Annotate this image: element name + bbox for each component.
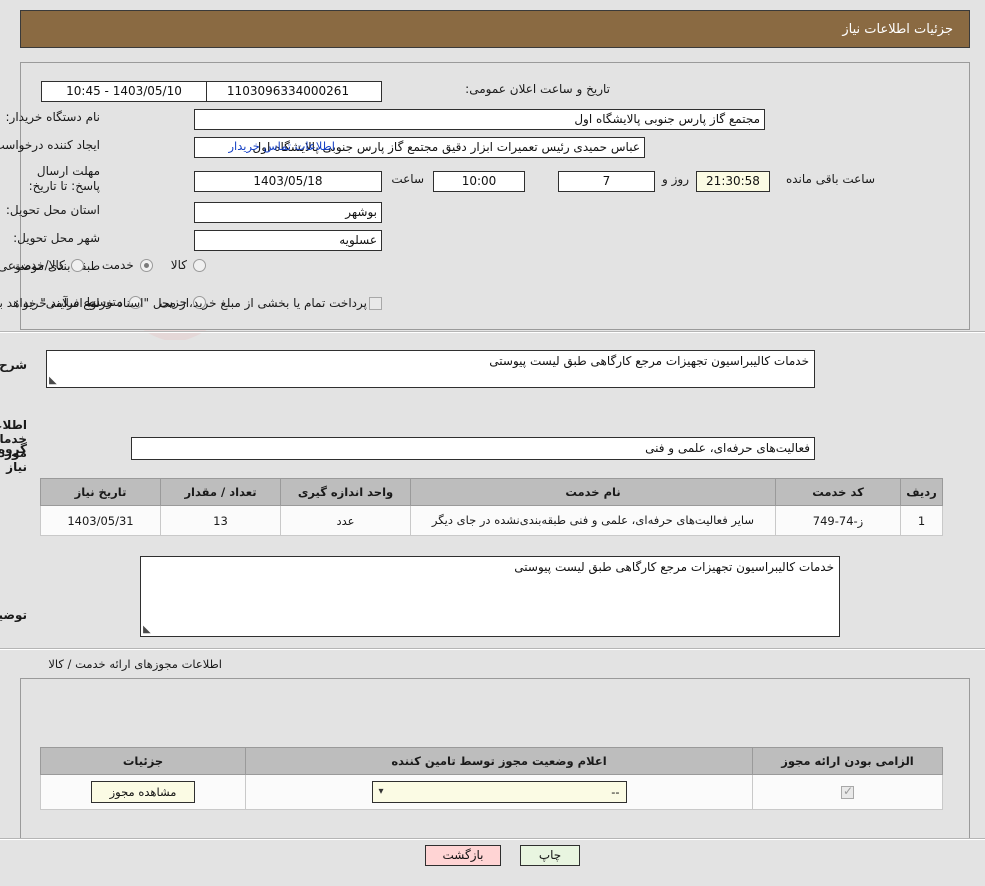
description-value: خدمات کالیبراسیون تجهیزات مرجع کارگاهی ط… — [489, 354, 809, 368]
deadline-time-field[interactable]: 10:00 — [433, 171, 525, 192]
cell-permit-details: مشاهده مجوز — [40, 774, 246, 810]
requester-label: ایجاد کننده درخواست: — [0, 138, 100, 152]
cell-unit: عدد — [280, 504, 411, 537]
back-button[interactable]: بازگشت — [425, 845, 501, 866]
radio-category-khedmat[interactable] — [139, 258, 153, 272]
col-index: ردیف — [900, 478, 943, 506]
col-quantity: تعداد / مقدار — [160, 478, 281, 506]
cell-permit-required — [752, 774, 943, 810]
section-divider-3 — [0, 838, 985, 840]
page-root: AriaTender.net جزئیات اطلاعات نیاز شماره… — [0, 0, 985, 886]
col-permit-details: جزئیات — [40, 747, 246, 775]
province-field[interactable]: بوشهر — [194, 202, 382, 223]
public-announce-label-wrap: تاریخ و ساعت اعلان عمومی: — [465, 82, 610, 96]
treasury-checkbox[interactable] — [369, 296, 382, 310]
col-permit-status: اعلام وضعیت مجوز توسط تامین کننده — [245, 747, 753, 775]
days-word-wrap: روز و — [662, 172, 689, 186]
service-group-label: گروه خدمت: — [0, 442, 27, 456]
buyer-notes-value: خدمات کالیبراسیون تجهیزات مرجع کارگاهی ط… — [514, 560, 834, 574]
view-permit-button[interactable]: مشاهده مجوز — [90, 781, 196, 803]
days-word-label: روز و — [662, 172, 689, 186]
public-announce-field[interactable]: 1403/05/10 - 10:45 — [41, 81, 207, 102]
buyer-contact-link[interactable]: اطلاعات تماس خریدار — [228, 139, 335, 153]
treasury-note-group: پرداخت تمام یا بخشی از مبلغ خرید،از محل … — [0, 296, 382, 310]
buyer-org-label-wrap: نام دستگاه خریدار: — [6, 110, 101, 124]
col-permit-required: الزامی بودن ارائه مجوز — [752, 747, 943, 775]
requester-label-wrap: ایجاد کننده درخواست: — [0, 138, 100, 152]
city-field[interactable]: عسلویه — [194, 230, 382, 251]
remaining-suffix-wrap: ساعت باقی مانده — [786, 172, 875, 186]
radio-label-kala-khedmat: کالا/خدمت — [12, 258, 65, 272]
countdown-field: 21:30:58 — [696, 171, 770, 192]
city-label: شهر محل تحویل: — [13, 231, 100, 245]
permits-table-header-row: الزامی بودن ارائه مجوز اعلام وضعیت مجوز … — [40, 747, 943, 775]
deadline-label-wrap: مهلت ارسال پاسخ: تا تاریخ: — [8, 164, 100, 194]
cell-need-date: 1403/05/31 — [40, 504, 161, 537]
table-row: 1 ز-74-749 سایر فعالیت‌های حرفه‌ای، علمی… — [40, 504, 943, 537]
buyer-org-label: نام دستگاه خریدار: — [5, 110, 101, 124]
radio-category-kala-khedmat[interactable] — [70, 258, 84, 272]
service-group-field[interactable]: فعالیت‌های حرفه‌ای، علمی و فنی — [131, 437, 815, 460]
deadline-label: مهلت ارسال پاسخ: تا تاریخ: — [28, 164, 100, 193]
buyer-notes-label-wrap: توضیحات خریدار: — [0, 608, 27, 622]
cell-index: 1 — [900, 504, 943, 537]
permit-status-value: -- — [611, 785, 620, 799]
treasury-note-label: پرداخت تمام یا بخشی از مبلغ خرید،از محل … — [0, 296, 367, 310]
services-table-header-row: ردیف کد خدمت نام خدمت واحد اندازه گیری ت… — [40, 478, 943, 506]
days-remaining-field[interactable]: 7 — [558, 171, 655, 192]
deadline-date-field[interactable]: 1403/05/18 — [194, 171, 382, 192]
print-button[interactable]: چاپ — [520, 845, 580, 866]
cell-code: ز-74-749 — [775, 504, 901, 537]
radio-label-khedmat: خدمت — [101, 258, 134, 272]
description-label: شرح کلی نیاز: — [0, 358, 27, 372]
permit-status-select[interactable]: ▾ -- — [371, 781, 627, 803]
permits-section-note: اطلاعات مجوزهای ارائه خدمت / کالا — [48, 657, 222, 671]
permits-table: الزامی بودن ارائه مجوز اعلام وضعیت مجوز … — [40, 747, 943, 810]
city-label-wrap: شهر محل تحویل: — [13, 231, 100, 245]
col-unit: واحد اندازه گیری — [280, 478, 411, 506]
buyer-notes-textarea[interactable]: خدمات کالیبراسیون تجهیزات مرجع کارگاهی ط… — [140, 556, 840, 637]
radio-category-kala[interactable] — [193, 258, 206, 272]
need-number-field[interactable]: 1103096334000261 — [194, 81, 382, 102]
public-announce-label: تاریخ و ساعت اعلان عمومی: — [465, 82, 610, 96]
description-label-wrap: شرح کلی نیاز: — [0, 358, 27, 372]
hour-label: ساعت — [391, 172, 424, 186]
section-divider-1 — [0, 331, 985, 333]
permit-required-checkbox — [841, 784, 854, 799]
buyer-org-field[interactable]: مجتمع گاز پارس جنوبی پالایشگاه اول — [194, 109, 765, 130]
col-need-date: تاریخ نیاز — [40, 478, 161, 506]
category-radio-group: کالا خدمت کالا/خدمت — [0, 258, 210, 272]
cell-name: سایر فعالیت‌های حرفه‌ای، علمی و فنی طبقه… — [410, 504, 776, 537]
hour-label-wrap: ساعت — [391, 172, 424, 186]
cell-permit-status: ▾ -- — [245, 774, 753, 810]
need-info-panel — [20, 62, 970, 330]
remaining-suffix-label: ساعت باقی مانده — [785, 172, 875, 186]
buyer-notes-label: توضیحات خریدار: — [0, 608, 27, 622]
service-group-label-wrap: گروه خدمت: — [0, 442, 27, 456]
resize-grip-icon-2[interactable]: ◢ — [143, 624, 153, 635]
cell-quantity: 13 — [160, 504, 281, 537]
description-textarea[interactable]: خدمات کالیبراسیون تجهیزات مرجع کارگاهی ط… — [46, 350, 815, 388]
table-row: ▾ -- مشاهده مجوز — [40, 774, 943, 810]
chevron-down-icon: ▾ — [378, 786, 384, 797]
resize-grip-icon[interactable]: ◢ — [49, 375, 59, 386]
services-table: ردیف کد خدمت نام خدمت واحد اندازه گیری ت… — [40, 478, 943, 537]
col-name: نام خدمت — [410, 478, 776, 506]
province-label: استان محل تحویل: — [5, 203, 100, 217]
buyer-contact-wrap[interactable]: اطلاعات تماس خریدار — [228, 139, 335, 153]
section-divider-2 — [0, 648, 985, 650]
radio-label-kala: کالا — [170, 258, 187, 272]
province-label-wrap: استان محل تحویل: — [6, 203, 100, 217]
page-title: جزئیات اطلاعات نیاز — [842, 21, 953, 37]
page-title-bar: جزئیات اطلاعات نیاز — [20, 10, 970, 48]
col-code: کد خدمت — [775, 478, 901, 506]
